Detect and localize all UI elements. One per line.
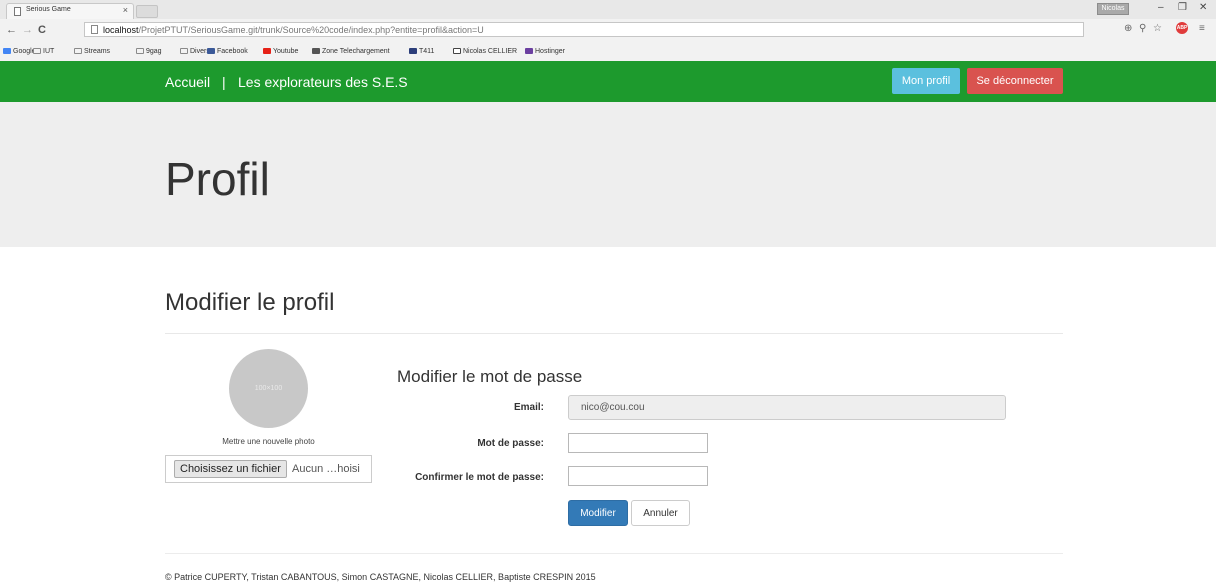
- folder-icon: [74, 48, 82, 54]
- url-host: localhost: [103, 25, 139, 35]
- tab-title: Serious Game: [26, 6, 71, 13]
- url-text: localhost/ProjetPTUT/SeriousGame.git/tru…: [103, 25, 484, 35]
- bookmark-label: Facebook: [217, 48, 248, 55]
- choose-file-button[interactable]: Choisissez un fichier: [174, 460, 287, 478]
- back-icon[interactable]: ←: [6, 24, 17, 36]
- photo-label: Mettre une nouvelle photo: [222, 437, 315, 446]
- address-bar[interactable]: localhost/ProjetPTUT/SeriousGame.git/tru…: [84, 22, 1084, 37]
- bookmark-t411[interactable]: T411: [409, 48, 434, 55]
- reload-icon[interactable]: C: [38, 24, 46, 36]
- bookmark-label: Hostinger: [535, 48, 565, 55]
- password-label: Mot de passe:: [477, 438, 544, 449]
- photo-file-input[interactable]: Choisissez un fichier Aucun …hoisi: [165, 455, 372, 483]
- bookmark-iut[interactable]: IUT: [33, 48, 54, 55]
- bookmark-zone-telechargement[interactable]: Zone Telechargement: [312, 48, 390, 55]
- tab-strip: Serious Game × Nicolas – ❐ ✕: [0, 0, 1216, 19]
- folder-icon: [33, 48, 41, 54]
- bookmark-nicolas-cellier[interactable]: Nicolas CELLIER: [453, 48, 517, 55]
- menu-icon[interactable]: ≡: [1199, 23, 1205, 34]
- bookmark-label: Nicolas CELLIER: [463, 48, 518, 55]
- bookmark-google[interactable]: Google: [3, 48, 36, 55]
- file-status: Aucun …hoisi: [292, 463, 360, 475]
- browser-chrome: Serious Game × Nicolas – ❐ ✕ ← → C local…: [0, 0, 1216, 61]
- folder-icon: [136, 48, 144, 54]
- browser-tab[interactable]: Serious Game ×: [6, 3, 134, 19]
- hostinger-icon: [525, 48, 533, 54]
- bookmark-label: Youtube: [273, 48, 299, 55]
- bookmark-streams[interactable]: Streams: [74, 48, 110, 55]
- facebook-icon: [207, 48, 215, 54]
- logout-button[interactable]: Se déconnecter: [967, 68, 1063, 94]
- my-profile-button[interactable]: Mon profil: [892, 68, 960, 94]
- email-field[interactable]: [568, 395, 1006, 420]
- bookmark-label: T411: [419, 48, 435, 55]
- extension-icon[interactable]: ⚲: [1139, 23, 1146, 34]
- page-title: Profil: [165, 153, 270, 205]
- nav-home-link[interactable]: Accueil: [165, 74, 210, 90]
- minimize-icon[interactable]: –: [1158, 2, 1164, 13]
- nav-site-title[interactable]: Les explorateurs des S.E.S: [238, 74, 408, 90]
- t411-icon: [409, 48, 417, 54]
- bookmark-label: IUT: [43, 48, 55, 55]
- bookmark-youtube[interactable]: Youtube: [263, 48, 298, 55]
- google-icon: [3, 48, 11, 54]
- submit-button[interactable]: Modifier: [568, 500, 628, 526]
- footer-credits: © Patrice CUPERTY, Tristan CABANTOUS, Si…: [165, 572, 596, 582]
- bookmark-9gag[interactable]: 9gag: [136, 48, 162, 55]
- bookmark-label: 9gag: [146, 48, 162, 55]
- youtube-icon: [263, 48, 271, 54]
- forward-icon[interactable]: →: [22, 24, 33, 36]
- new-tab-button[interactable]: [136, 5, 158, 18]
- adblock-icon[interactable]: ABP: [1176, 22, 1188, 34]
- bookmark-divers[interactable]: Divers: [180, 48, 210, 55]
- bookmark-star-icon[interactable]: ☆: [1153, 23, 1162, 34]
- bookmarks-bar: Google IUT Streams 9gag Divers Facebook Youtub…: [0, 46, 1216, 60]
- email-label: Email:: [513, 402, 544, 413]
- browser-toolbar: ← → C localhost/ProjetPTUT/SeriousGame.g…: [0, 19, 1216, 48]
- nav-separator: |: [222, 74, 226, 90]
- avatar-placeholder: 100×100: [229, 349, 308, 428]
- folder-icon: [180, 48, 188, 54]
- password-form-title: Modifier le mot de passe: [397, 367, 583, 386]
- zone-icon: [312, 48, 320, 54]
- page-icon: [14, 7, 21, 16]
- bookmark-label: Streams: [84, 48, 111, 55]
- password-field[interactable]: [568, 433, 708, 453]
- bookmark-facebook[interactable]: Facebook: [207, 48, 248, 55]
- bookmark-hostinger[interactable]: Hostinger: [525, 48, 565, 55]
- jumbotron: Profil: [0, 102, 1216, 247]
- bookmark-label: Zone Telechargement: [322, 48, 390, 55]
- restore-icon[interactable]: ❐: [1178, 2, 1187, 13]
- confirm-password-field[interactable]: [568, 466, 708, 486]
- footer-divider: [165, 553, 1063, 554]
- page-info-icon[interactable]: [91, 25, 98, 34]
- zoom-icon[interactable]: ⊕: [1124, 23, 1132, 34]
- divider: [165, 333, 1063, 334]
- monitor-icon: [453, 48, 461, 54]
- url-path: /ProjetPTUT/SeriousGame.git/trunk/Source…: [138, 25, 484, 35]
- cancel-button[interactable]: Annuler: [631, 500, 690, 526]
- section-title: Modifier le profil: [165, 289, 335, 316]
- profile-badge[interactable]: Nicolas: [1097, 3, 1129, 15]
- confirm-password-label: Confirmer le mot de passe:: [415, 472, 544, 483]
- tab-close-icon[interactable]: ×: [123, 5, 128, 15]
- close-window-icon[interactable]: ✕: [1199, 2, 1207, 13]
